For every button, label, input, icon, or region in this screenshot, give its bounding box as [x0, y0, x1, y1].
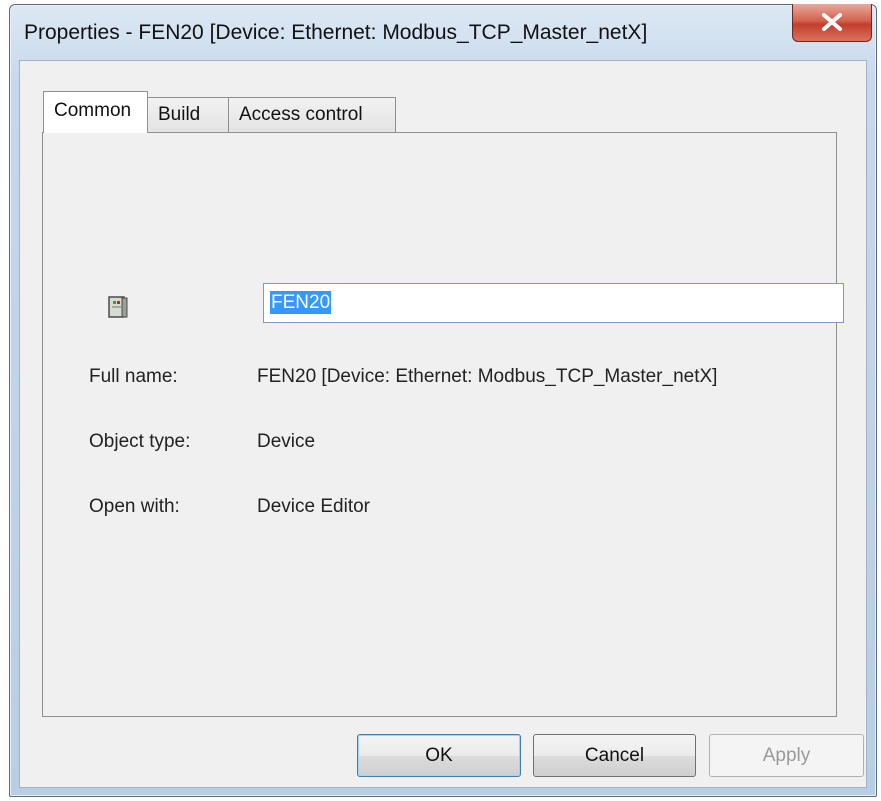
object-name-input[interactable]: FEN20 [263, 283, 844, 323]
tab-panel-common: FEN20 Full name: FEN20 [Device: Ethernet… [42, 132, 844, 717]
tab-build-label: Build [158, 104, 201, 125]
open-with-value: Device Editor [257, 496, 370, 517]
tab-common[interactable]: Common [43, 91, 148, 133]
tab-access-control[interactable]: Access control [228, 97, 396, 132]
full-name-value: FEN20 [Device: Ethernet: Modbus_TCP_Mast… [257, 366, 718, 387]
open-with-label: Open with: [89, 496, 180, 517]
cancel-button[interactable]: Cancel [533, 734, 696, 777]
tab-common-label: Common [54, 100, 132, 121]
window-title: Properties - FEN20 [Device: Ethernet: Mo… [24, 21, 648, 44]
apply-button[interactable]: Apply [709, 734, 864, 777]
dialog-client-area: Common Build Access control FEN20 Full n… [19, 60, 867, 788]
properties-dialog: Properties - FEN20 [Device: Ethernet: Mo… [9, 4, 877, 797]
object-type-label: Object type: [89, 431, 191, 452]
ok-button[interactable]: OK [357, 734, 521, 777]
close-icon [822, 13, 842, 31]
object-name-value: FEN20 [270, 291, 332, 314]
object-type-value: Device [257, 431, 316, 452]
tab-build[interactable]: Build [147, 97, 229, 132]
device-icon [108, 296, 128, 318]
full-name-label: Full name: [89, 366, 178, 387]
tab-access-control-label: Access control [239, 104, 363, 125]
close-button[interactable] [792, 4, 872, 42]
